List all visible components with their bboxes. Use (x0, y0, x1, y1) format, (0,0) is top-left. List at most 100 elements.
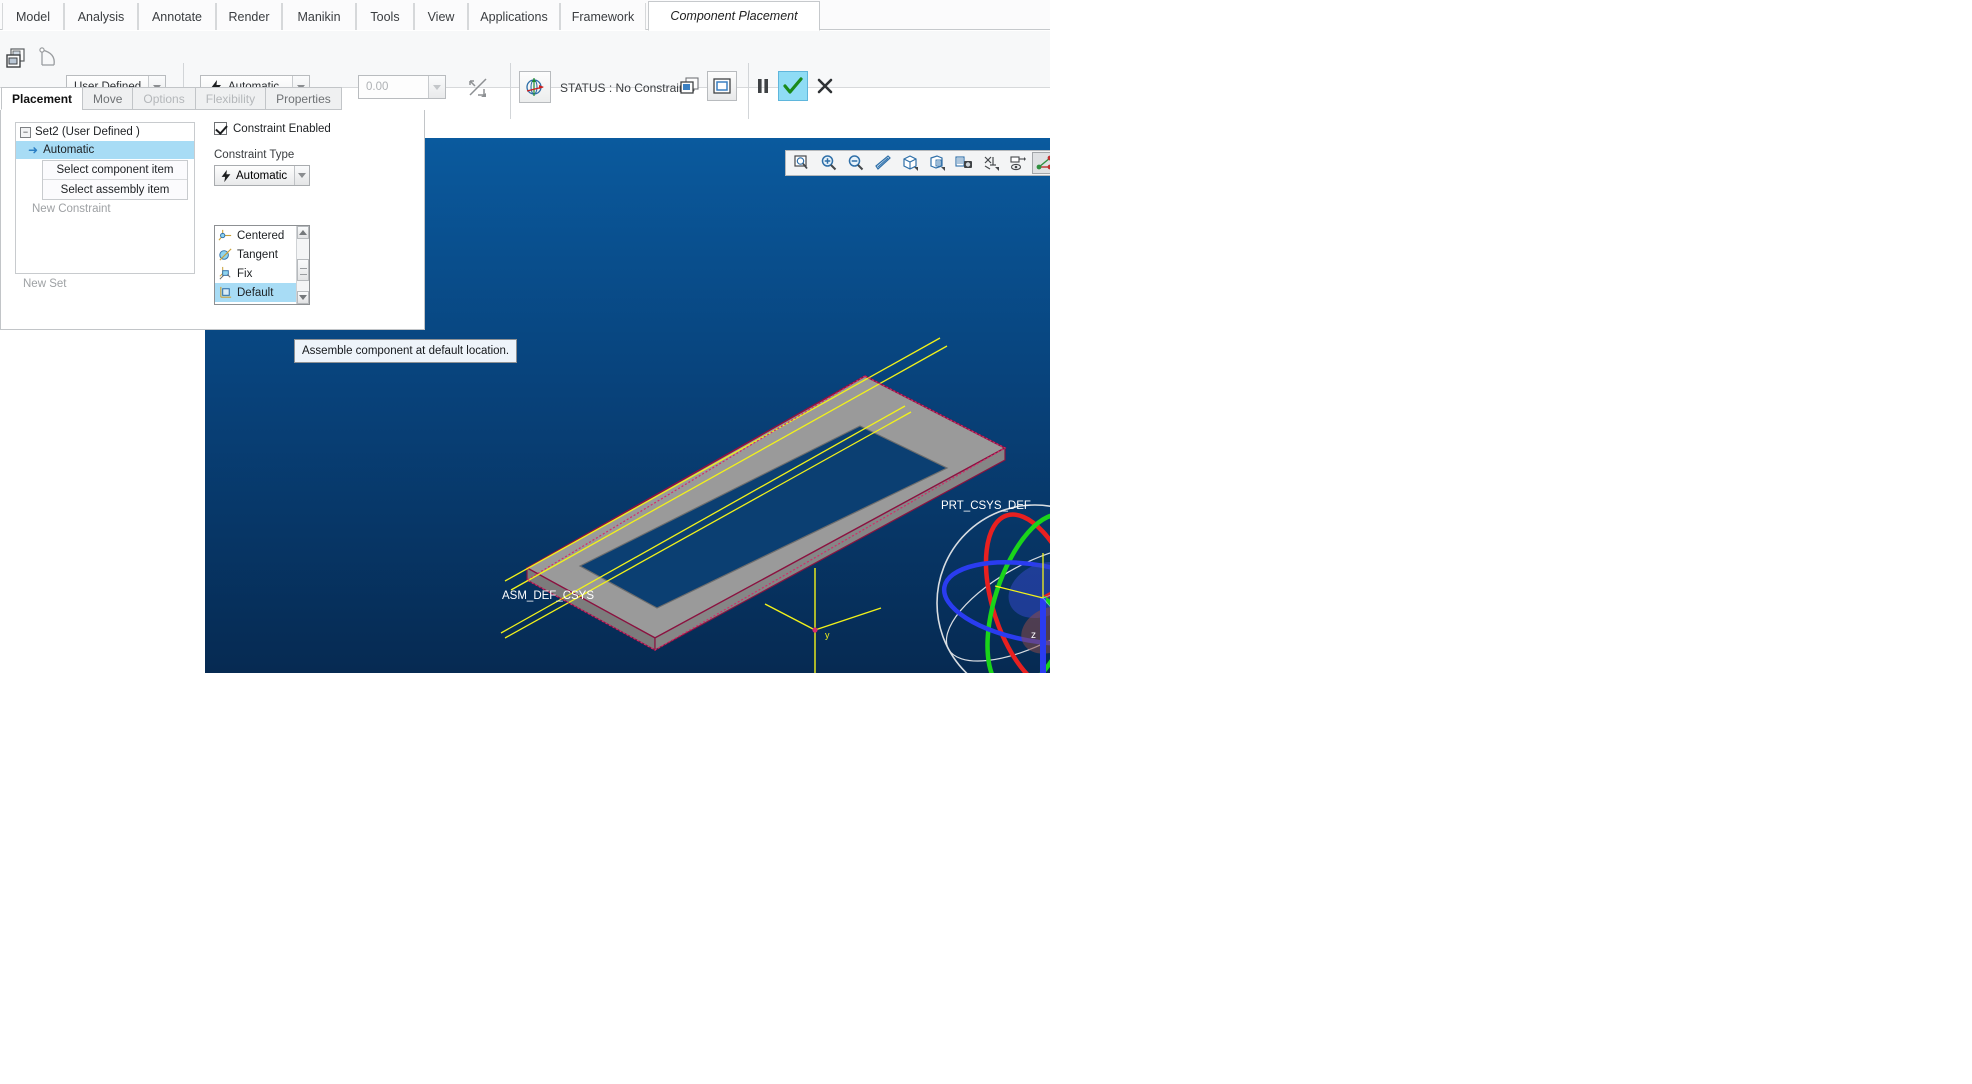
collapse-icon[interactable]: − (20, 126, 31, 138)
ribbon-tab-bar: Model Analysis Annotate Render Manikin T… (0, 0, 1050, 31)
new-constraint-item[interactable]: New Constraint (16, 203, 194, 215)
offset-value-field[interactable]: 0.00 (358, 75, 446, 99)
new-set-item[interactable]: New Set (23, 278, 66, 290)
toolbar-separator (510, 63, 511, 119)
tab-properties[interactable]: Properties (265, 87, 342, 110)
part-frame-plate (525, 375, 1007, 652)
drag-handle-icon[interactable] (519, 71, 551, 103)
view-manager-icon[interactable] (924, 152, 949, 174)
placement-panel: Placement Move Options Flexibility Prope… (0, 87, 425, 330)
option-centered[interactable]: Centered (215, 226, 296, 245)
assembly-window-icon[interactable] (707, 71, 737, 101)
ribbon-tab-model[interactable]: Model (2, 3, 64, 30)
ribbon-tab-label: Annotate (151, 9, 203, 24)
scroll-up-button[interactable] (297, 226, 309, 239)
tab-placement[interactable]: Placement (1, 87, 83, 110)
zoom-out-icon[interactable] (843, 152, 868, 174)
tree-row-set[interactable]: − Set2 (User Defined ) (16, 123, 194, 141)
default-icon (220, 286, 232, 298)
ribbon-tab-view[interactable]: View (414, 3, 468, 30)
option-tangent[interactable]: Tangent (215, 245, 296, 264)
option-label: Default (237, 286, 274, 299)
application-window: Model Analysis Annotate Render Manikin T… (0, 0, 1050, 673)
ribbon-tab-analysis[interactable]: Analysis (64, 3, 138, 30)
offset-value: 0.00 (366, 81, 389, 93)
datum-display-icon[interactable] (978, 152, 1003, 174)
drag-handle-3d (936, 504, 1050, 673)
ok-button[interactable] (778, 71, 808, 101)
constraint-type-label: Constraint Type (214, 149, 295, 161)
tab-move[interactable]: Move (82, 87, 133, 110)
ribbon-tab-render[interactable]: Render (216, 3, 282, 30)
ribbon-tab-label: Component Placement (670, 9, 798, 23)
svg-text:y: y (825, 630, 830, 640)
constraint-type-select[interactable]: Automatic (214, 165, 310, 186)
assembly-csys-marker: y z (764, 568, 882, 673)
tree-row-constraint[interactable]: ➜ Automatic (16, 141, 194, 159)
svg-text:z: z (808, 670, 813, 673)
tab-label: Properties (276, 91, 331, 106)
annotation-display-icon[interactable] (1005, 152, 1030, 174)
new-set-text: New Set (23, 278, 67, 290)
constraint-enabled-checkbox[interactable]: Constraint Enabled (214, 122, 414, 135)
constraint-type-option-list: Centered Tangent Fix Default (215, 226, 296, 304)
select-component-item-button[interactable]: Select component item (43, 161, 187, 180)
scrollbar-thumb[interactable] (297, 259, 309, 281)
tooltip-text: Assemble component at default location. (302, 345, 510, 357)
scroll-down-button[interactable] (297, 291, 309, 304)
select-item-buttons: Select component item Select assembly it… (42, 160, 188, 200)
option-label: Centered (237, 229, 285, 242)
ribbon-tab-component-placement[interactable]: Component Placement (648, 1, 820, 31)
constraint-settings: Constraint Enabled Constraint Type Autom… (214, 122, 414, 186)
placement-panel-tabs: Placement Move Options Flexibility Prope… (1, 87, 342, 110)
dropdown-scrollbar[interactable] (296, 226, 309, 304)
svg-text:z: z (1031, 630, 1036, 641)
move-component-icon[interactable] (34, 43, 62, 73)
ribbon-tab-label: Tools (370, 9, 400, 24)
ribbon-tab-manikin[interactable]: Manikin (282, 3, 356, 30)
chevron-down-icon[interactable] (294, 166, 309, 185)
constraint-type-selected-value: Automatic (236, 169, 288, 182)
fix-icon (219, 266, 231, 280)
option-fix[interactable]: Fix (215, 264, 296, 283)
arrow-right-icon: ➜ (28, 143, 39, 157)
tab-options: Options (132, 87, 195, 110)
cancel-button[interactable] (812, 73, 838, 99)
refit-icon[interactable] (789, 152, 814, 174)
chevron-down-icon[interactable] (428, 76, 445, 98)
status-label: STATUS : No Constraints (560, 81, 695, 95)
ribbon-tab-applications[interactable]: Applications (468, 3, 560, 30)
named-views-icon[interactable] (897, 152, 922, 174)
tab-label: Options (143, 91, 185, 106)
ribbon-tab-framework[interactable]: Framework (560, 3, 646, 30)
scrollbar-track[interactable] (297, 239, 309, 291)
separate-window-icon[interactable] (677, 73, 703, 99)
ribbon-tab-label: Render (228, 9, 270, 24)
select-assembly-item-button[interactable]: Select assembly item (43, 180, 187, 199)
constraint-enabled-label: Constraint Enabled (233, 122, 331, 135)
csys-display-icon[interactable] (1032, 152, 1050, 174)
ribbon-tab-annotate[interactable]: Annotate (138, 3, 216, 30)
ribbon-tab-label: Manikin (297, 9, 341, 24)
centered-icon (218, 229, 232, 241)
flip-offset-icon[interactable] (464, 73, 492, 101)
checkbox-icon[interactable] (214, 122, 227, 135)
tooltip: Assemble component at default location. (294, 339, 518, 363)
constraint-bolt-icon (221, 169, 231, 182)
pause-button[interactable] (750, 73, 776, 99)
tree-constraint-label: Automatic (43, 144, 95, 156)
ribbon-tab-tools[interactable]: Tools (356, 3, 414, 30)
option-label: Fix (237, 267, 253, 280)
tab-flexibility: Flexibility (194, 87, 266, 110)
repaint-icon[interactable] (870, 152, 895, 174)
zoom-in-icon[interactable] (816, 152, 841, 174)
saved-snapshot-icon[interactable] (951, 152, 976, 174)
ribbon-tab-label: Model (15, 9, 51, 24)
button-label: Select assembly item (60, 183, 170, 196)
option-default[interactable]: Default (215, 283, 296, 302)
constraint-set-tree[interactable]: − Set2 (User Defined ) ➜ Automatic Selec… (15, 122, 195, 274)
tab-label: Flexibility (205, 91, 256, 106)
option-label: Tangent (237, 248, 278, 261)
constraint-type-dropdown[interactable]: Centered Tangent Fix Default (214, 225, 310, 305)
placement-window-icon[interactable] (2, 43, 32, 73)
